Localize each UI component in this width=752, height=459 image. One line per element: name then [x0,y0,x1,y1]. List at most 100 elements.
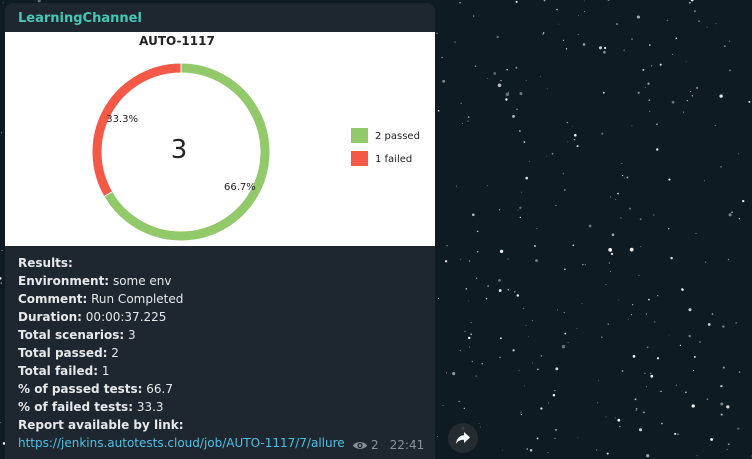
star [629,247,634,252]
star [698,20,701,23]
row-label: % of passed tests: [18,382,143,396]
donut-chart: AUTO-1117 66.7% 33.3% 3 2 passed 1 failed [91,34,420,242]
star [619,425,621,428]
star [547,402,549,404]
star [1,132,3,134]
star [630,314,633,316]
report-row-environment: Environment: some env [18,272,428,290]
star [693,370,695,372]
star [645,313,647,315]
star [516,108,518,111]
report-header: Results: [18,256,73,270]
message-meta: 2 22:41 [352,438,424,452]
star [691,404,695,408]
star [605,416,607,418]
star [584,10,586,12]
star [640,246,642,248]
star [545,155,547,157]
star [452,372,456,376]
report-row-failed-percent: % of failed tests: 33.3 [18,398,428,416]
star [517,209,519,211]
star [476,230,479,233]
star [720,384,723,388]
star [709,444,711,446]
star [475,375,477,377]
row-value: 3 [128,328,136,342]
star [555,204,557,206]
share-button[interactable] [448,423,478,453]
star [497,83,502,88]
star [724,45,726,48]
report-row-total-scenarios: Total scenarios: 3 [18,326,428,344]
star [668,178,671,181]
row-value: 33.3 [136,400,164,414]
legend-label: 1 failed [375,154,412,165]
star [578,14,579,16]
star [531,319,533,321]
chart-center-label: 3 [171,135,188,165]
star [456,185,457,187]
star [668,228,670,230]
star [555,367,559,371]
chart-image[interactable]: AUTO-1117 66.7% 33.3% 3 2 passed 1 failed [5,32,435,246]
star [617,418,621,422]
legend-swatch [351,128,368,143]
star [638,428,643,432]
star [526,448,528,450]
star [621,370,624,372]
star [576,328,578,330]
star [722,366,725,369]
star [540,407,543,410]
star [518,369,520,371]
star [525,176,529,180]
star [608,248,613,252]
star [459,350,461,352]
star [607,323,609,325]
star [520,414,522,416]
star [2,2,4,4]
row-value: 2 [111,346,119,360]
star [672,53,673,55]
star [1,250,3,251]
star [685,391,687,394]
star [471,213,475,217]
star [727,258,730,261]
star [562,39,565,41]
star [616,23,618,25]
star [441,56,443,59]
star [555,429,557,431]
report-row-duration: Duration: 00:00:37.225 [18,308,428,326]
star [597,402,599,404]
star [690,91,692,93]
star [653,214,655,216]
star [693,355,696,358]
star [528,160,530,162]
star [621,163,623,165]
star [507,289,509,291]
star [572,244,575,247]
star [675,37,678,40]
channel-name[interactable]: LearningChannel [18,11,142,26]
star [668,334,670,336]
star [531,362,533,364]
star [737,427,740,430]
star [507,258,509,260]
report-row-total-passed: Total passed: 2 [18,344,428,362]
star [574,133,577,137]
star [521,191,523,193]
star [462,122,464,124]
star [605,284,607,285]
star [627,318,629,320]
star [659,63,662,66]
star [554,390,556,392]
star [695,233,697,234]
star [583,0,585,2]
star [707,323,711,326]
star [499,249,504,254]
slice-percent-label: 66.7% [224,182,256,193]
star [686,99,688,102]
star [564,189,566,191]
star [512,349,515,352]
star [533,244,537,248]
star [552,393,556,397]
